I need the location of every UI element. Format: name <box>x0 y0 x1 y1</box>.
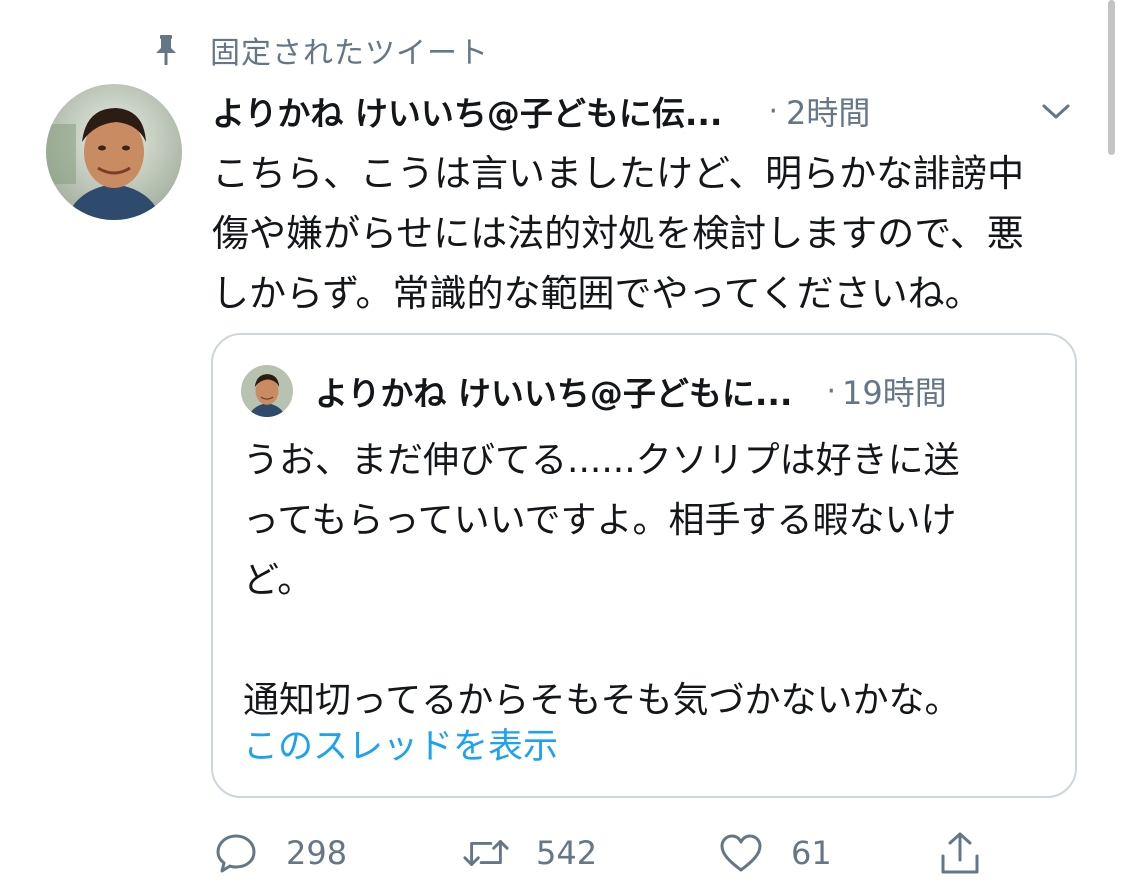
share-icon <box>936 829 984 877</box>
quoted-author-name: よりかね けいいち@子どもに... <box>315 374 793 413</box>
retweet-count: 542 <box>536 834 598 872</box>
pin-icon <box>150 34 182 66</box>
tweet-actions: 298 542 61 <box>212 825 1012 881</box>
tweet-timestamp[interactable]: 2時間 <box>786 88 870 134</box>
scrollbar[interactable] <box>1108 0 1115 155</box>
tweet-header: よりかね けいいち@子どもに伝... · 2時間 <box>212 86 1092 136</box>
reply-count: 298 <box>286 834 348 872</box>
like-count: 61 <box>791 834 832 872</box>
like-button[interactable]: 61 <box>717 825 832 881</box>
separator-dot: · <box>768 93 778 129</box>
tweet-text-line: こちら、こうは言いましたけど、明らかな誹謗中 <box>212 152 1025 195</box>
author-name[interactable]: よりかね けいいち@子どもに伝... <box>212 87 722 135</box>
tweet-text: こちら、こうは言いましたけど、明らかな誹謗中 傷や嫌がらせには法的対処を検討しま… <box>212 144 1092 324</box>
separator-dot: · <box>826 373 836 409</box>
avatar[interactable] <box>46 84 182 220</box>
heart-icon <box>717 829 765 877</box>
share-button[interactable] <box>936 825 984 881</box>
quoted-timestamp: 19時間 <box>841 374 947 412</box>
reply-icon <box>212 829 260 877</box>
quoted-text-line: ど。 <box>243 560 314 601</box>
tweet-text-line: 傷や嫌がらせには法的対処を検討しますので、悪 <box>212 212 1024 255</box>
reply-button[interactable]: 298 <box>212 825 347 881</box>
show-thread-link[interactable]: このスレッドを表示 <box>243 718 558 769</box>
quoted-text-line <box>243 611 1063 671</box>
retweet-button[interactable]: 542 <box>462 825 597 881</box>
quoted-tweet-text: うお、まだ伸びてる......クソリプは好きに送 ってもらっていいですよ。相手す… <box>243 431 1063 731</box>
quoted-text-line: うお、まだ伸びてる......クソリプは好きに送 <box>243 440 960 481</box>
chevron-down-icon[interactable] <box>1038 94 1074 130</box>
quoted-tweet-header: よりかね けいいち@子どもに... · 19時間 <box>241 365 1061 417</box>
pinned-tweet-indicator: 固定されたツイート <box>150 28 489 72</box>
retweet-icon <box>462 829 510 877</box>
quoted-avatar <box>241 365 293 417</box>
quoted-tweet-card[interactable]: よりかね けいいち@子どもに... · 19時間 うお、まだ伸びてる......… <box>211 333 1077 798</box>
quoted-text-line: ってもらっていいですよ。相手する暇ないけ <box>243 500 957 541</box>
tweet-text-line: しからず。常識的な範囲でやってくださいね。 <box>212 272 982 315</box>
pinned-label: 固定されたツイート <box>210 36 489 71</box>
